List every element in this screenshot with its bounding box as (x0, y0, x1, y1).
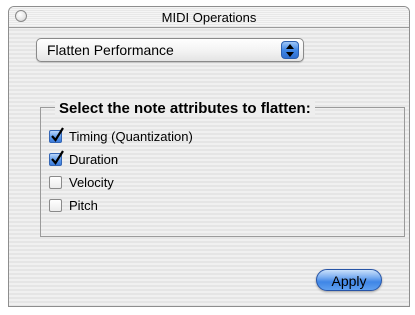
checkbox-velocity[interactable] (49, 176, 62, 189)
attributes-group-title: Select the note attributes to flatten: (55, 100, 315, 117)
option-duration[interactable]: Duration (49, 150, 169, 169)
checkmark-icon (51, 150, 64, 165)
option-velocity[interactable]: Velocity (49, 174, 169, 192)
operation-popup[interactable]: Flatten Performance (36, 38, 304, 62)
up-down-arrows-icon (281, 41, 299, 59)
checkbox-timing[interactable] (49, 127, 64, 143)
title-bar[interactable]: MIDI Operations (9, 7, 409, 28)
apply-button-label: Apply (331, 273, 367, 289)
option-timing[interactable]: Timing (Quantization) (49, 127, 249, 146)
checkmark-icon (51, 127, 64, 142)
checkbox-label: Timing (Quantization) (69, 129, 193, 144)
window-title: MIDI Operations (161, 10, 257, 25)
checkbox-label: Pitch (69, 198, 98, 213)
checkbox-duration[interactable] (49, 150, 64, 166)
checkbox-label: Velocity (69, 175, 114, 190)
operation-popup-label: Flatten Performance (47, 42, 174, 58)
dialog-window: MIDI Operations Flatten Performance Sele… (8, 6, 410, 307)
option-pitch[interactable]: Pitch (49, 197, 169, 215)
checkbox-label: Duration (69, 152, 119, 167)
attributes-group-box (40, 107, 405, 237)
apply-button[interactable]: Apply (316, 269, 382, 291)
checkbox-pitch[interactable] (49, 199, 62, 212)
